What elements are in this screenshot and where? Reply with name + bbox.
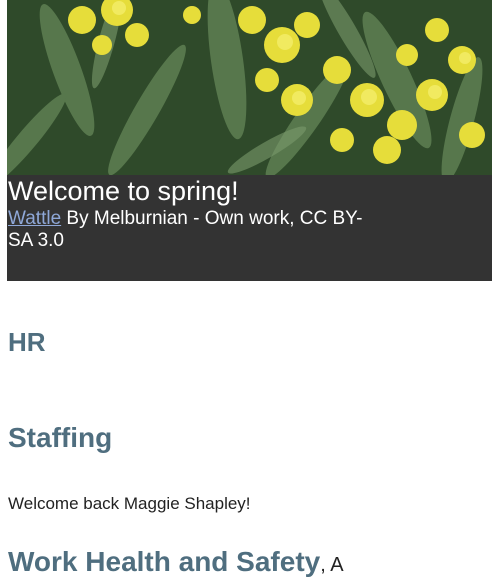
hero-title: Welcome to spring!: [8, 176, 239, 206]
staffing-body: Welcome back Maggie Shapley!: [8, 494, 251, 513]
whs-heading: Work Health and Safety, A: [8, 546, 344, 578]
hero-credit: Wattle By Melburnian - Own work, CC BY-S…: [7, 208, 368, 252]
whs-heading-tail: , A: [320, 554, 344, 576]
wattle-photo: [7, 0, 492, 175]
hr-heading: HR: [8, 327, 46, 357]
credit-text: By Melburnian - Own work, CC BY-SA 3.0: [8, 208, 363, 251]
staffing-heading: Staffing: [8, 422, 113, 453]
hero-banner: Welcome to spring! Wattle By Melburnian …: [7, 0, 492, 281]
whs-heading-text: Work Health and Safety: [8, 546, 321, 577]
wattle-link[interactable]: Wattle: [8, 208, 61, 229]
hero-caption: Welcome to spring! Wattle By Melburnian …: [7, 176, 492, 252]
